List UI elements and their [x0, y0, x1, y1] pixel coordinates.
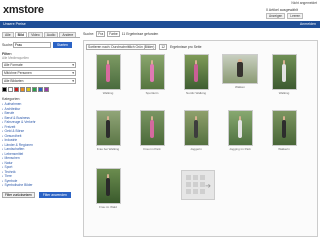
people-select[interactable]: Mit/ohne Personen: [2, 70, 76, 76]
format-select[interactable]: Alle Formate: [2, 62, 76, 68]
placeholder-square: [186, 175, 191, 180]
result-caption: Nordic Walking: [185, 91, 207, 95]
result-caption: Walking: [278, 91, 290, 95]
category-link[interactable]: Symbolische Bilder: [2, 183, 80, 188]
result-caption: Walking: [102, 91, 114, 95]
result-item[interactable]: Joggerin: [175, 110, 217, 151]
nav-bar: Unsere Preise Anmelden: [0, 21, 320, 28]
result-thumbnail[interactable]: [222, 54, 258, 84]
result-item[interactable]: Frau im Park: [131, 110, 173, 151]
results-toolbar: Suche: Fra Farbe 11 Ergebnisse gefunden: [83, 30, 158, 37]
logo[interactable]: xmstore: [3, 4, 44, 16]
search-row: Suche: Starten: [2, 42, 80, 48]
result-thumbnail[interactable]: [271, 110, 297, 146]
tab-image[interactable]: Bild: [14, 32, 28, 37]
cart-title: 0 Artikel ausgewählt: [266, 8, 298, 12]
reset-filter-button[interactable]: Filter zurücksetzen: [2, 191, 35, 198]
result-caption: Walkerin: [278, 147, 290, 151]
filter-source: Alle Medienquellen: [2, 56, 29, 60]
placeholder-square: [193, 182, 198, 187]
cart-clear-button[interactable]: Leeren: [287, 13, 304, 19]
media-tabs: Alle Bild Video Audio Andere: [2, 32, 80, 38]
result-thumbnail[interactable]: [183, 54, 209, 90]
color-swatch[interactable]: [14, 87, 19, 92]
cart-show-button[interactable]: Anzeigen: [266, 13, 286, 19]
sort-select[interactable]: Sortieren nach: Durchschnittlich Grün (B…: [86, 44, 157, 50]
result-caption: Joggerin: [190, 147, 202, 151]
tab-video[interactable]: Video: [28, 32, 43, 37]
color-swatch[interactable]: [26, 87, 31, 92]
search-button[interactable]: Starten: [53, 42, 72, 48]
result-item[interactable]: Walking: [263, 54, 305, 95]
result-item[interactable]: Sportlerin: [131, 54, 173, 95]
result-caption: Frau im Wald: [99, 205, 117, 209]
placeholder-square: [200, 175, 205, 180]
per-page-select[interactable]: 12: [159, 44, 168, 50]
color-swatch[interactable]: [2, 87, 7, 92]
placeholder-square: [186, 182, 191, 187]
main-content: Suche: Fra Farbe 11 Ergebnisse gefunden …: [83, 28, 318, 238]
tab-audio[interactable]: Audio: [43, 32, 59, 37]
more-results-tile[interactable]: ➔: [181, 170, 215, 200]
result-thumbnail[interactable]: [227, 110, 253, 146]
result-item[interactable]: Frau bei Walking: [87, 110, 129, 151]
placeholder-square: [193, 189, 198, 194]
color-swatch[interactable]: [38, 87, 43, 92]
prices-link[interactable]: Unsere Preise: [3, 22, 26, 26]
color-swatches: [2, 87, 80, 92]
result-item[interactable]: Frau im Wald: [87, 168, 129, 209]
result-thumbnail[interactable]: [95, 54, 121, 90]
result-caption: Sportlerin: [145, 91, 159, 95]
search-label: Suche:: [2, 43, 14, 47]
result-thumbnail[interactable]: [95, 168, 121, 204]
per-page-label: Ergebnisse pro Seite: [170, 45, 202, 49]
toolbar-select-2[interactable]: Farbe: [107, 30, 120, 37]
top-bar: xmstore Nicht angemeldet 0 Artikel ausge…: [0, 0, 320, 22]
search-input[interactable]: [13, 42, 51, 48]
login-status[interactable]: Nicht angemeldet: [291, 1, 317, 5]
placeholder-square: [193, 175, 198, 180]
result-item[interactable]: Walkerin: [263, 110, 305, 151]
placeholder-square: [186, 189, 191, 194]
filter-buttons: Filter zurücksetzen Filter anwenden: [2, 191, 80, 198]
toolbar-search-label: Suche:: [83, 31, 95, 36]
color-swatch[interactable]: [8, 87, 13, 92]
arrow-right-icon: ➔: [205, 182, 211, 190]
tab-all[interactable]: Alle: [2, 32, 14, 37]
results-panel: Sortieren nach: Durchschnittlich Grün (B…: [83, 40, 318, 237]
result-thumbnail[interactable]: [139, 54, 165, 90]
category-list: AufnahmenArchitekturBerufeBeruf & Busine…: [2, 102, 80, 188]
color-swatch[interactable]: [32, 87, 37, 92]
login-link[interactable]: Anmelden: [300, 22, 316, 26]
result-thumbnail[interactable]: [271, 54, 297, 90]
cart-box: 0 Artikel ausgewählt Anzeigen Leeren: [266, 8, 316, 19]
image-type-select[interactable]: Alle Bildarten: [2, 78, 76, 84]
apply-filter-button[interactable]: Filter anwenden: [38, 191, 71, 198]
result-thumbnail[interactable]: [95, 110, 121, 146]
result-caption: Walken: [235, 85, 245, 89]
panel-header: Sortieren nach: Durchschnittlich Grün (B…: [86, 44, 202, 50]
result-thumbnail[interactable]: [139, 110, 165, 146]
result-item[interactable]: Jogging im Park: [219, 110, 261, 151]
result-caption: Frau bei Walking: [96, 147, 120, 151]
toolbar-select-1[interactable]: Fra: [96, 30, 106, 37]
color-swatch[interactable]: [20, 87, 25, 92]
result-item[interactable]: Nordic Walking: [175, 54, 217, 95]
sidebar: Alle Bild Video Audio Andere Suche: Star…: [2, 32, 80, 237]
result-caption: Jogging im Park: [229, 147, 251, 151]
result-item[interactable]: Walking: [87, 54, 129, 95]
result-count: 11 Ergebnisse gefunden: [121, 31, 159, 36]
color-swatch[interactable]: [44, 87, 49, 92]
tab-other[interactable]: Andere: [59, 32, 77, 37]
result-item[interactable]: Walken: [219, 54, 261, 89]
result-thumbnail[interactable]: [183, 110, 209, 146]
categories-heading: Kategorien:: [2, 97, 21, 101]
logo-rest: mstore: [8, 4, 44, 16]
result-caption: Frau im Park: [143, 147, 161, 151]
